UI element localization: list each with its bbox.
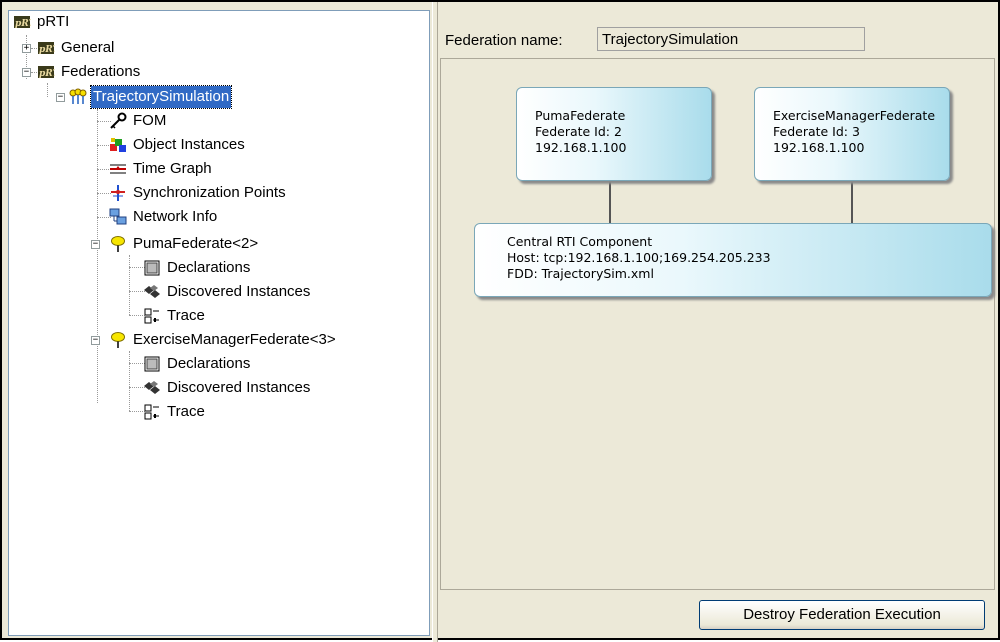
tree-node-discovered-instances[interactable]: Discovered Instances <box>143 377 312 399</box>
sync-points-icon <box>109 184 127 202</box>
federation-name-label: Federation name: <box>445 32 563 49</box>
tree-node-puma-federate[interactable]: PumaFederate<2> <box>109 233 260 255</box>
application-window: + − − − − pRTI pRTI pRTI General pRTI Fe… <box>0 0 1000 642</box>
tree-node-trace[interactable]: Trace <box>143 305 207 327</box>
tree-node-object-instances[interactable]: Object Instances <box>109 134 247 156</box>
discovered-instances-icon <box>143 283 161 301</box>
tree-node-federations[interactable]: pRTI Federations <box>37 61 142 83</box>
tree-connector <box>129 255 130 315</box>
federate-name: PumaFederate <box>535 108 626 123</box>
collapse-federate1-icon[interactable]: − <box>91 240 100 249</box>
tree-node-trace[interactable]: Trace <box>143 401 207 423</box>
prti-logo-icon: pRTI <box>37 63 55 81</box>
connector-line <box>851 181 853 223</box>
rti-fdd: FDD: TrajectorySim.xml <box>507 266 654 281</box>
svg-text:pRTI: pRTI <box>15 19 31 29</box>
trace-icon <box>143 307 161 325</box>
federation-diagram: PumaFederate Federate Id: 2 192.168.1.10… <box>440 58 995 590</box>
federate-pin-icon <box>109 331 127 349</box>
network-icon <box>109 208 127 226</box>
federation-icon <box>69 88 87 106</box>
federate-name: ExerciseManagerFederate <box>773 108 936 123</box>
connector-line <box>609 181 611 223</box>
tree-node-network-info[interactable]: Network Info <box>109 206 219 228</box>
destroy-federation-button[interactable]: Destroy Federation Execution <box>699 600 985 630</box>
declarations-icon <box>143 259 161 277</box>
rti-host: Host: tcp:192.168.1.100;169.254.205.233 <box>507 250 771 265</box>
tree-connector <box>47 83 48 97</box>
federate-node-exercise-manager[interactable]: ExerciseManagerFederate Federate Id: 3 1… <box>754 87 950 181</box>
federate-id: Federate Id: 2 <box>535 124 622 139</box>
tree-node-exercise-manager-federate[interactable]: ExerciseManagerFederate<3> <box>109 329 338 351</box>
tree-connector <box>97 109 98 403</box>
time-graph-icon <box>109 160 127 178</box>
federation-name-field: TrajectorySimulation <box>597 27 865 51</box>
split-pane-divider[interactable] <box>432 2 438 642</box>
tree-node-trajectory-simulation[interactable]: TrajectorySimulation <box>69 85 233 109</box>
declarations-icon <box>143 355 161 373</box>
tree-node-declarations[interactable]: Declarations <box>143 353 252 375</box>
tree-node-prti[interactable]: pRTI pRTI <box>13 11 71 33</box>
key-icon <box>109 112 127 130</box>
collapse-federate2-icon[interactable]: − <box>91 336 100 345</box>
prti-logo-icon: pRTI <box>37 39 55 57</box>
expand-general-icon[interactable]: + <box>22 44 31 53</box>
object-instances-icon <box>109 136 127 154</box>
collapse-federations-icon[interactable]: − <box>22 68 31 77</box>
trace-icon <box>143 403 161 421</box>
federate-ip: 192.168.1.100 <box>773 140 865 155</box>
tree-node-synchronization-points[interactable]: Synchronization Points <box>109 182 288 204</box>
discovered-instances-icon <box>143 379 161 397</box>
tree-node-time-graph[interactable]: Time Graph <box>109 158 214 180</box>
tree-connector <box>129 351 130 411</box>
tree-node-declarations[interactable]: Declarations <box>143 257 252 279</box>
federate-pin-icon <box>109 235 127 253</box>
tree-node-discovered-instances[interactable]: Discovered Instances <box>143 281 312 303</box>
collapse-federation-icon[interactable]: − <box>56 93 65 102</box>
tree-node-fom[interactable]: FOM <box>109 110 168 132</box>
federate-ip: 192.168.1.100 <box>535 140 627 155</box>
federation-tree[interactable]: + − − − − pRTI pRTI pRTI General pRTI Fe… <box>8 10 430 636</box>
central-rti-component[interactable]: Central RTI Component Host: tcp:192.168.… <box>474 223 992 297</box>
rti-title: Central RTI Component <box>507 234 653 249</box>
prti-logo-icon: pRTI <box>13 13 31 31</box>
tree-node-general[interactable]: pRTI General <box>37 37 116 59</box>
svg-text:pRTI: pRTI <box>39 69 55 79</box>
federate-id: Federate Id: 3 <box>773 124 860 139</box>
federate-node-puma[interactable]: PumaFederate Federate Id: 2 192.168.1.10… <box>516 87 712 181</box>
svg-text:pRTI: pRTI <box>39 45 55 55</box>
